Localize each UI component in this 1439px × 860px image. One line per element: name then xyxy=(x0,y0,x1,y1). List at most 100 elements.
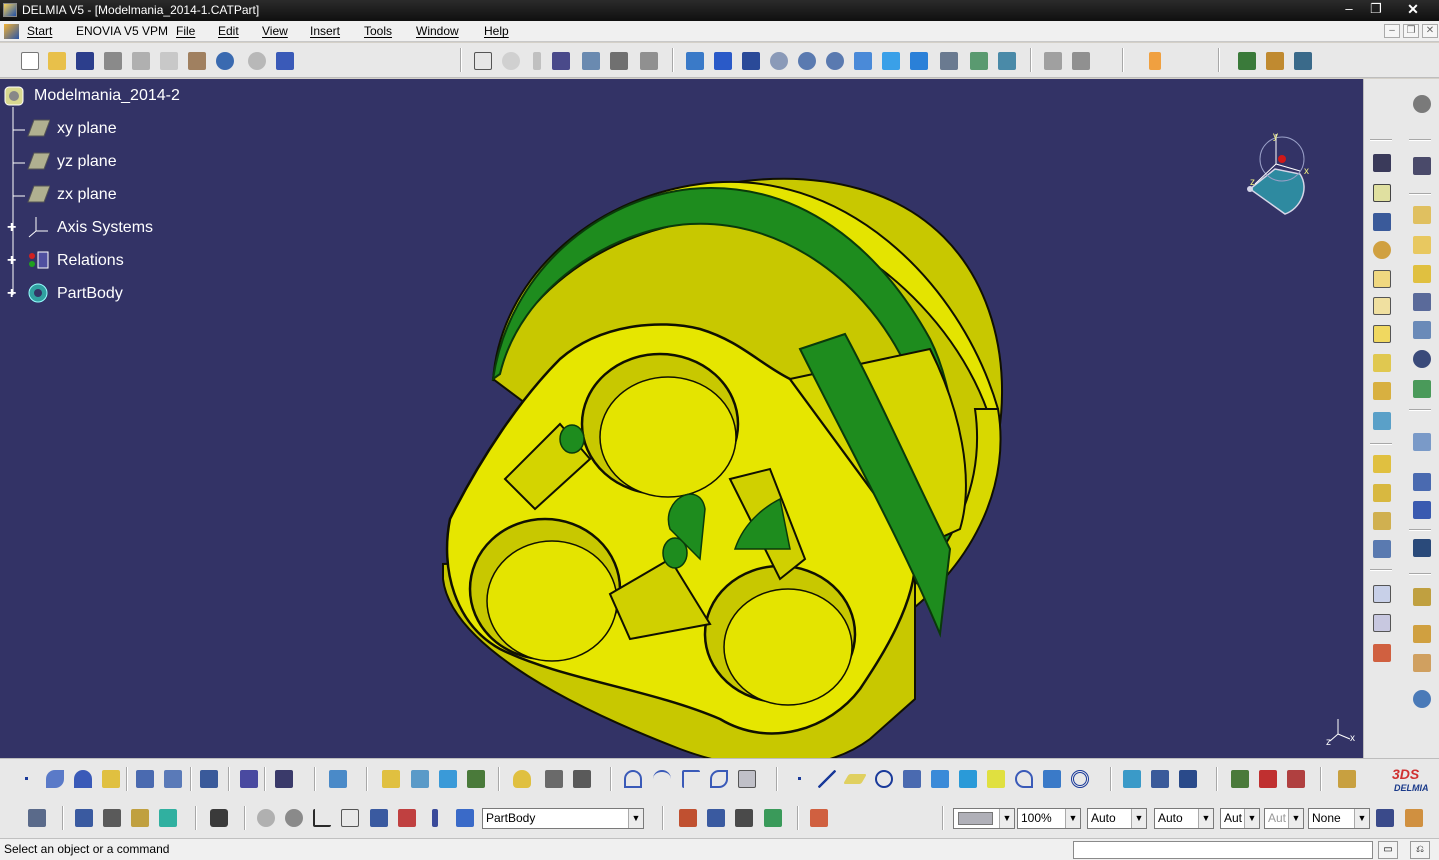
close-button[interactable]: ✕ xyxy=(1393,0,1433,20)
mdi-close-button[interactable]: ✕ xyxy=(1422,24,1438,38)
remove-icon[interactable] xyxy=(571,768,593,790)
rib-icon[interactable] xyxy=(1371,295,1393,317)
design-table-icon[interactable] xyxy=(550,50,572,72)
law-icon[interactable] xyxy=(526,50,548,72)
menu-help[interactable]: Help xyxy=(484,24,509,38)
layer-stack-icon[interactable] xyxy=(327,768,349,790)
extrude-surface-icon[interactable] xyxy=(929,768,951,790)
pocket-icon[interactable] xyxy=(1411,234,1433,256)
zoom-select[interactable]: 100% ▼ xyxy=(1017,808,1081,829)
sketch-icon[interactable] xyxy=(1371,152,1393,174)
3d-annotation-icon[interactable] xyxy=(1371,642,1393,664)
layers-icon[interactable] xyxy=(762,807,784,829)
groove-icon[interactable] xyxy=(1371,268,1393,290)
iso-view-icon[interactable] xyxy=(908,50,930,72)
cube-view-icon[interactable] xyxy=(368,807,390,829)
cylinder-icon[interactable] xyxy=(511,768,533,790)
hand-icon[interactable] xyxy=(283,807,305,829)
mesh-icon[interactable] xyxy=(705,807,727,829)
circle-icon[interactable] xyxy=(873,768,895,790)
line-weight-select[interactable]: Auto ▼ xyxy=(1087,808,1147,829)
mirror-icon[interactable] xyxy=(1411,471,1433,493)
paint-icon[interactable] xyxy=(808,807,830,829)
minimize-button[interactable]: – xyxy=(1335,0,1363,20)
capture-icon[interactable] xyxy=(208,807,230,829)
arc-icon[interactable] xyxy=(72,768,94,790)
plane-create-icon[interactable] xyxy=(843,768,867,790)
menu-insert[interactable]: Insert xyxy=(310,24,340,38)
translate-icon[interactable] xyxy=(198,768,220,790)
line-icon[interactable] xyxy=(816,768,838,790)
catalog-browser-icon[interactable] xyxy=(1149,768,1171,790)
brush-icon[interactable] xyxy=(1403,807,1425,829)
apply-material-icon[interactable] xyxy=(1411,586,1433,608)
multi-pad-icon[interactable] xyxy=(1411,319,1433,341)
snap-icon[interactable] xyxy=(273,768,295,790)
chevron-down-icon[interactable]: ▼ xyxy=(999,809,1014,828)
point-icon[interactable] xyxy=(16,768,38,790)
grid-icon[interactable] xyxy=(238,768,260,790)
chamfer-icon[interactable] xyxy=(1411,378,1433,400)
zoom-out-icon[interactable] xyxy=(824,50,846,72)
fly-mode-icon[interactable] xyxy=(684,50,706,72)
spline-icon[interactable] xyxy=(44,768,66,790)
workbench-house-icon[interactable] xyxy=(1257,768,1279,790)
partbody-gear-icon[interactable] xyxy=(26,281,50,305)
maximize-button[interactable]: ❐ xyxy=(1362,0,1390,20)
print-icon[interactable] xyxy=(102,50,124,72)
body-icon[interactable] xyxy=(454,807,476,829)
open-file-icon[interactable] xyxy=(46,50,68,72)
rules-icon[interactable] xyxy=(1292,50,1314,72)
render-style-icon[interactable] xyxy=(677,807,699,829)
boolean-icon[interactable] xyxy=(1371,538,1393,560)
shaft-icon[interactable] xyxy=(1411,263,1433,285)
symmetry-icon[interactable] xyxy=(1371,211,1393,233)
tree-item-xy-plane[interactable]: xy plane xyxy=(57,120,117,138)
chevron-down-icon[interactable]: ▼ xyxy=(1198,809,1213,828)
analysis-surface-icon[interactable] xyxy=(1121,768,1143,790)
chevron-down-icon[interactable]: ▼ xyxy=(1244,809,1259,828)
knowledge-advisor-icon[interactable] xyxy=(1236,50,1258,72)
normal-view-icon[interactable] xyxy=(852,50,874,72)
catalog-icon[interactable] xyxy=(580,50,602,72)
plane-icon[interactable] xyxy=(26,182,51,206)
connector-icon[interactable] xyxy=(1411,688,1433,710)
painter-icon[interactable] xyxy=(1374,807,1396,829)
extract-icon[interactable] xyxy=(134,768,156,790)
tree-item-yz-plane[interactable]: yz plane xyxy=(57,153,117,171)
list-view-icon[interactable] xyxy=(424,807,446,829)
mdi-restore-button[interactable]: ❐ xyxy=(1403,24,1419,38)
draft-icon[interactable] xyxy=(1371,380,1393,402)
update-icon[interactable] xyxy=(26,807,48,829)
spin-icon[interactable] xyxy=(255,807,277,829)
plane-icon[interactable] xyxy=(26,149,51,173)
3d-viewport[interactable]: y x z x z Modelmania_2014-2 xy plane yz … xyxy=(0,79,1363,758)
circle-arc-icon[interactable] xyxy=(651,768,673,790)
menu-start[interactable]: Start xyxy=(27,24,52,38)
multi-view-icon[interactable] xyxy=(880,50,902,72)
scaling-icon[interactable] xyxy=(1371,510,1393,532)
menu-enovia[interactable]: ENOVIA V5 VPM xyxy=(76,24,168,38)
profile-icon[interactable] xyxy=(100,768,122,790)
plane-icon[interactable] xyxy=(26,116,51,140)
menu-view[interactable]: View xyxy=(262,24,288,38)
hole-icon[interactable] xyxy=(1371,239,1393,261)
line-type-select[interactable]: Auto ▼ xyxy=(1154,808,1214,829)
undo-icon[interactable] xyxy=(214,50,236,72)
command-list-button[interactable]: ▭ xyxy=(1378,841,1398,859)
tree-item-partbody[interactable]: PartBody xyxy=(57,285,123,303)
measure-icon[interactable] xyxy=(1042,50,1064,72)
hide-show-icon[interactable] xyxy=(968,50,990,72)
measure-between-icon[interactable] xyxy=(73,807,95,829)
insert-body-icon[interactable] xyxy=(380,768,402,790)
redo-icon[interactable] xyxy=(246,50,268,72)
analysis-icon[interactable] xyxy=(1411,652,1433,674)
color-select[interactable]: ▼ xyxy=(953,808,1015,829)
tree-expander-axis[interactable]: + xyxy=(7,220,18,236)
pattern-icon[interactable] xyxy=(1371,482,1393,504)
slot-icon[interactable] xyxy=(1411,291,1433,313)
thread-icon[interactable] xyxy=(1411,431,1433,453)
corner-icon[interactable] xyxy=(680,768,702,790)
apply-color-icon[interactable] xyxy=(157,807,179,829)
body-boolean-icon[interactable] xyxy=(465,768,487,790)
